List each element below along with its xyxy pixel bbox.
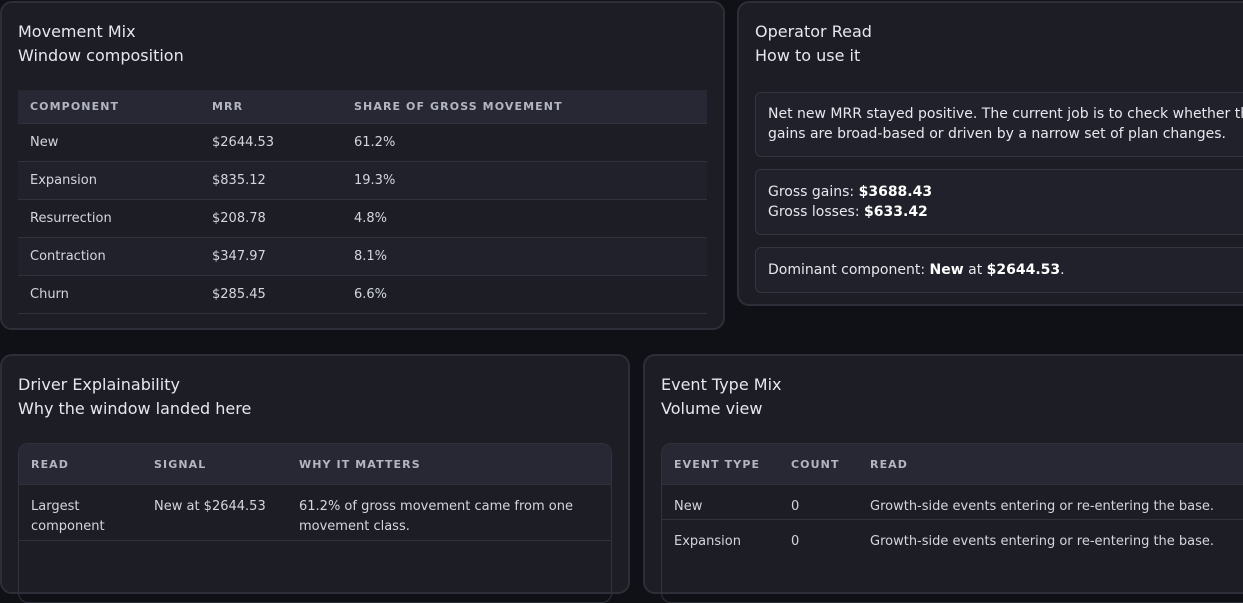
operator-note-text: Net new MRR stayed positive. The current… (768, 106, 1243, 142)
table-row: Resurrection $208.78 4.8% (18, 199, 707, 238)
column-header-read: READ (31, 458, 70, 471)
gross-losses-line: Gross losses: $633.42 (768, 202, 1243, 222)
panel-title: Driver Explainability (18, 375, 180, 394)
share-cell: 61.2% (342, 123, 707, 162)
share-cell: 6.6% (342, 275, 707, 314)
event-type-table-container: EVENT TYPE COUNT READ New 0 Growth-side … (661, 443, 1243, 603)
mrr-cell: $285.45 (200, 275, 342, 314)
column-header-count: COUNT (791, 458, 840, 471)
share-cell: 8.1% (342, 237, 707, 276)
driver-table-container: READ SIGNAL WHY IT MATTERS Largest compo… (18, 443, 612, 603)
share-cell: 4.8% (342, 199, 707, 238)
mrr-cell: $347.97 (200, 237, 342, 276)
panel-subtitle: Volume view (661, 399, 763, 418)
column-header-read: READ (870, 458, 909, 471)
operator-note-card: Net new MRR stayed positive. The current… (755, 92, 1243, 157)
count-cell: 0 (779, 483, 858, 519)
gross-gains-line: Gross gains: $3688.43 (768, 182, 1243, 202)
component-cell: Contraction (18, 237, 200, 276)
gross-gains-label: Gross gains: (768, 184, 855, 200)
operator-read-panel: Operator Read How to use it Net new MRR … (737, 1, 1243, 306)
panel-subtitle: Window composition (18, 46, 184, 65)
event-type-mix-panel: Event Type Mix Volume view EVENT TYPE CO… (643, 354, 1243, 603)
component-cell: Expansion (18, 161, 200, 200)
dominant-component-card: Dominant component: New at $2644.53. (755, 247, 1243, 293)
gross-losses-label: Gross losses: (768, 204, 860, 220)
table-header-row: READ SIGNAL WHY IT MATTERS (19, 444, 611, 484)
table-row (19, 539, 611, 574)
column-header-mrr: MRR (212, 100, 244, 113)
gross-totals-card: Gross gains: $3688.43 Gross losses: $633… (755, 169, 1243, 235)
dominant-label: Dominant component: (768, 262, 926, 278)
column-header-signal: SIGNAL (154, 458, 207, 471)
component-cell: Resurrection (18, 199, 200, 238)
mrr-cell: $835.12 (200, 161, 342, 200)
gross-losses-value: $633.42 (864, 204, 928, 220)
signal-cell: New at $2644.53 (142, 483, 287, 540)
driver-table: READ SIGNAL WHY IT MATTERS Largest compo… (19, 444, 611, 574)
table-row: Churn $285.45 6.6% (18, 275, 707, 314)
movement-mix-table: COMPONENT MRR SHARE OF GROSS MOVEMENT Ne… (18, 90, 707, 314)
column-header-why: WHY IT MATTERS (299, 458, 421, 471)
table-row: Expansion $835.12 19.3% (18, 161, 707, 200)
component-cell: New (18, 123, 200, 162)
dominant-component-value: $2644.53 (986, 262, 1061, 278)
table-row: Largest component New at $2644.53 61.2% … (19, 483, 611, 540)
table-row: Expansion 0 Growth-side events entering … (662, 518, 1243, 554)
gross-gains-value: $3688.43 (858, 184, 933, 200)
read-cell: Growth-side events entering or re-enteri… (858, 483, 1243, 519)
read-cell: Growth-side events entering or re-enteri… (858, 518, 1243, 554)
event-type-table: EVENT TYPE COUNT READ New 0 Growth-side … (662, 444, 1243, 554)
panel-title: Movement Mix (18, 22, 136, 41)
table-row: New 0 Growth-side events entering or re-… (662, 483, 1243, 519)
component-cell: Churn (18, 275, 200, 314)
table-row: Contraction $347.97 8.1% (18, 237, 707, 276)
column-header-component: COMPONENT (30, 100, 120, 113)
why-cell: 61.2% of gross movement came from one mo… (287, 483, 611, 540)
dominant-end-text: . (1060, 262, 1065, 278)
panel-title: Event Type Mix (661, 375, 782, 394)
event-type-cell: New (662, 483, 779, 519)
dominant-at-text: at (968, 262, 983, 278)
panel-title: Operator Read (755, 22, 872, 41)
table-header-row: COMPONENT MRR SHARE OF GROSS MOVEMENT (18, 90, 707, 124)
dominant-component-name: New (929, 262, 964, 278)
table-row: New $2644.53 61.2% (18, 123, 707, 162)
column-header-share: SHARE OF GROSS MOVEMENT (354, 100, 563, 113)
mrr-cell: $2644.53 (200, 123, 342, 162)
count-cell: 0 (779, 518, 858, 554)
table-header-row: EVENT TYPE COUNT READ (662, 444, 1243, 484)
column-header-event-type: EVENT TYPE (674, 458, 761, 471)
driver-explainability-panel: Driver Explainability Why the window lan… (0, 354, 630, 603)
share-cell: 19.3% (342, 161, 707, 200)
panel-subtitle: Why the window landed here (18, 399, 252, 418)
read-cell: Largest component (19, 483, 142, 540)
panel-subtitle: How to use it (755, 46, 861, 65)
event-type-cell: Expansion (662, 518, 779, 554)
mrr-cell: $208.78 (200, 199, 342, 238)
movement-mix-panel: Movement Mix Window composition COMPONEN… (0, 1, 725, 330)
